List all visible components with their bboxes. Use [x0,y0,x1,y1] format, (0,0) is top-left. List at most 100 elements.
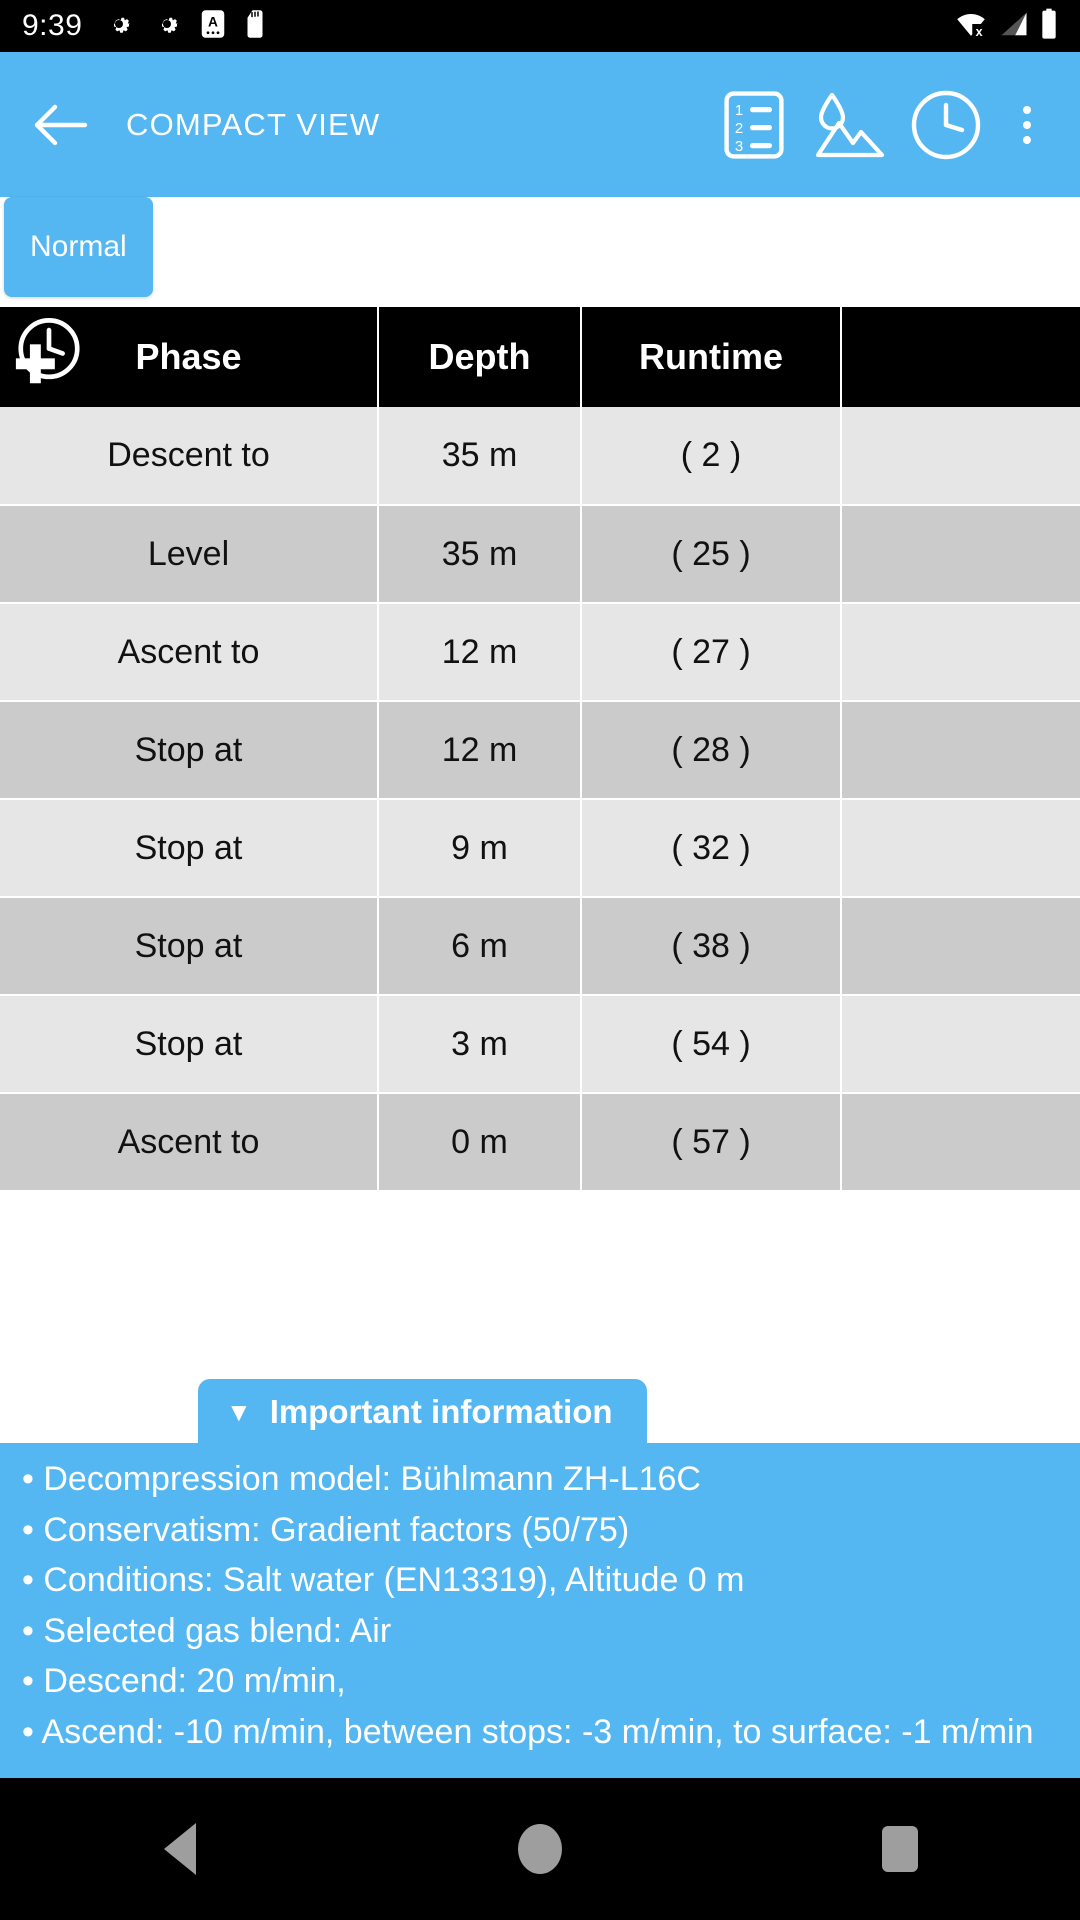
cell-depth: 3 m [378,995,582,1094]
table-row[interactable]: Ascent to 12 m( 27 ) [0,603,1080,702]
cell-extra [841,407,1080,506]
clock-icon[interactable] [898,77,994,173]
table-row[interactable]: Stop at 12 m( 28 ) [0,701,1080,800]
svg-text:x: x [976,24,983,38]
cell-phase: Stop at [0,995,379,1094]
cell-extra [841,995,1080,1094]
table-row[interactable]: Ascent to 0 m( 57 ) [0,1093,1080,1192]
page-title: COMPACT VIEW [126,106,381,142]
column-header-depth-label: Depth [428,336,531,377]
dive-plan-table: Phase Depth Runtime Descent to 35 m( 2 ) L… [0,307,1080,1192]
nav-back-button[interactable] [90,1778,270,1920]
numbered-list-icon[interactable]: 1 2 3 [706,77,802,173]
water-mountain-icon[interactable] [802,77,898,173]
overflow-dot [1023,105,1031,114]
tab-normal[interactable]: Normal [4,197,153,297]
app-bar-actions: 1 2 3 [706,77,1062,173]
cell-phase: Stop at [0,799,379,898]
a-badge-icon: A [200,9,226,44]
cell-extra [841,1093,1080,1192]
svg-text:1: 1 [735,102,743,119]
column-header-extra[interactable] [841,307,1080,407]
important-information-line: • Selected gas blend: Air [22,1611,392,1650]
important-information-line: • Conditions: Salt water (EN13319), Alti… [22,1561,745,1600]
battery-icon [1040,8,1058,45]
cell-phase: Stop at [0,897,379,996]
overflow-dot [1023,135,1031,144]
cell-phase: Ascent to [0,603,379,702]
tab-strip: Normal [0,197,1080,307]
numbered-list-glyph: 1 2 3 [724,90,784,159]
important-information-line: • Ascend: -10 m/min, between stops: -3 m… [22,1712,1034,1751]
status-left-icons: A [104,9,266,44]
nav-recents-button[interactable] [810,1778,990,1920]
svg-text:3: 3 [735,138,743,155]
important-information-line: • Conservatism: Gradient factors (50/75) [22,1510,630,1549]
nav-home-icon [518,1824,562,1874]
clock-plus-glyph [15,318,80,384]
cell-runtime: ( 25 ) [581,505,842,604]
clock-glyph [911,90,981,159]
column-header-depth[interactable]: Depth [378,307,582,407]
system-nav-bar [0,1778,1080,1920]
important-information-title: Important information [269,1393,613,1431]
cell-depth: 0 m [378,1093,582,1192]
overflow-dot [1023,120,1031,129]
gear-icon [104,9,134,44]
cell-runtime: ( 27 ) [581,603,842,702]
clock-plus-icon [12,316,86,399]
nav-recents-icon [882,1826,918,1872]
cell-runtime: ( 54 ) [581,995,842,1094]
status-right-icons: xx [954,8,1058,45]
wifi-off-icon: xx [954,9,988,44]
table-header: Phase Depth Runtime [0,307,1080,407]
back-button[interactable] [18,82,104,168]
cell-depth: 12 m [378,701,582,800]
app-bar: COMPACT VIEW 1 2 3 [0,52,1080,197]
signal-icon [998,9,1030,44]
important-information-body: • Decompression model: Bühlmann ZH-L16C •… [0,1443,1080,1778]
table-row[interactable]: Level 35 m( 25 ) [0,505,1080,604]
water-mountain-glyph [815,92,885,157]
back-arrow-icon [34,104,88,145]
cell-depth: 35 m [378,407,582,506]
nav-back-icon [164,1823,196,1875]
svg-text:2: 2 [735,120,743,137]
status-bar: 9:39 A xx [0,0,1080,52]
cell-runtime: ( 2 ) [581,407,842,506]
nav-home-button[interactable] [450,1778,630,1920]
cell-depth: 6 m [378,897,582,996]
tab-normal-label: Normal [30,230,127,263]
cell-runtime: ( 28 ) [581,701,842,800]
cell-depth: 12 m [378,603,582,702]
cell-phase: Level [0,505,379,604]
important-information-line: • Decompression model: Bühlmann ZH-L16C [22,1460,701,1499]
cell-depth: 35 m [378,505,582,604]
table-row[interactable]: Stop at 6 m( 38 ) [0,897,1080,996]
cell-phase: Ascent to [0,1093,379,1192]
gear-icon [152,9,182,44]
column-header-phase-label: Phase [135,336,242,377]
cell-depth: 9 m [378,799,582,898]
column-header-phase[interactable]: Phase [0,307,379,407]
svg-text:A: A [208,14,218,29]
overflow-menu-icon[interactable] [998,77,1056,173]
table-body: Descent to 35 m( 2 ) Level 35 m( 25 ) Ascent… [0,407,1080,1192]
table-header-row: Phase Depth Runtime [0,307,1080,407]
cell-phase: Stop at [0,701,379,800]
cell-extra [841,897,1080,996]
status-clock: 9:39 [22,9,83,42]
important-information-line: • Descend: 20 m/min, [22,1662,346,1701]
important-information-toggle[interactable]: ▼ Important information [198,1379,647,1444]
cell-phase: Descent to [0,407,379,506]
table-row[interactable]: Stop at 9 m( 32 ) [0,799,1080,898]
table-row[interactable]: Stop at 3 m( 54 ) [0,995,1080,1094]
cell-runtime: ( 32 ) [581,799,842,898]
cell-extra [841,603,1080,702]
table-row[interactable]: Descent to 35 m( 2 ) [0,407,1080,506]
important-information-panel: ▼ Important information • Decompression … [0,1379,1080,1778]
chevron-down-icon: ▼ [226,1397,252,1428]
column-header-runtime[interactable]: Runtime [581,307,842,407]
cell-runtime: ( 57 ) [581,1093,842,1192]
cell-extra [841,701,1080,800]
